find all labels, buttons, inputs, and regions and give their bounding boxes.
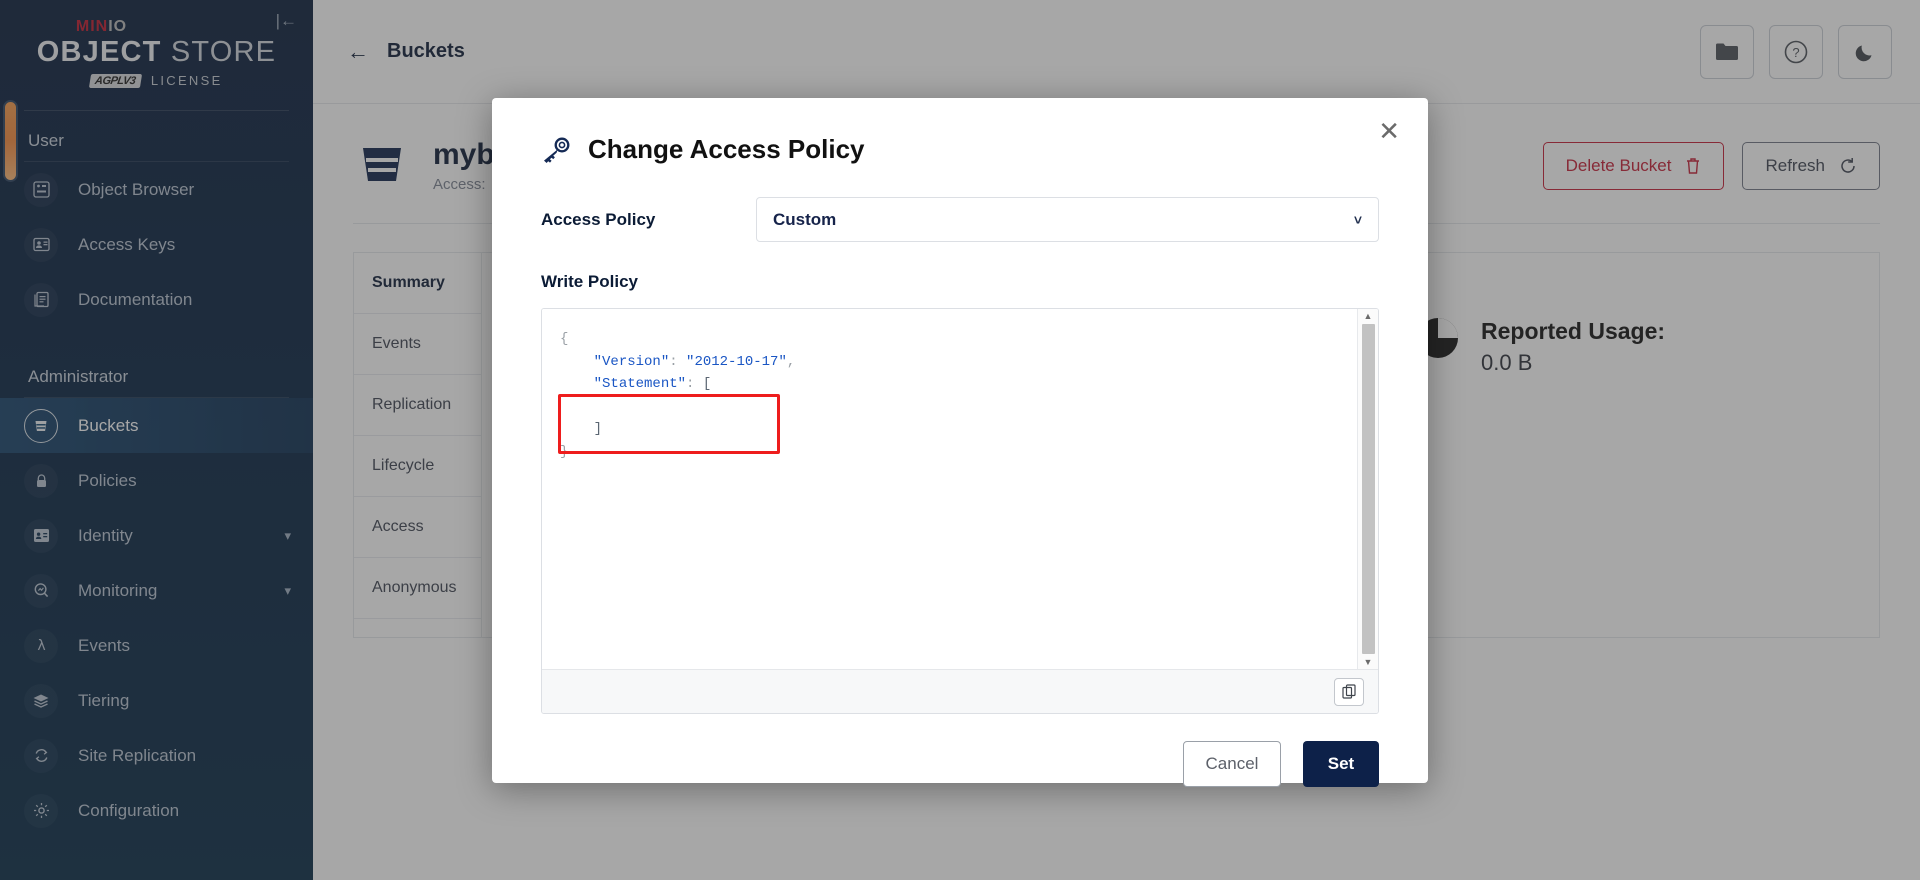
policy-json-code[interactable]: { "Version": "2012-10-17", "Statement": … [542, 309, 1357, 669]
json-open-brace: { [560, 331, 569, 347]
json-version-key: "Version" [593, 353, 670, 370]
json-statement-key: "Statement" [593, 376, 687, 392]
copy-icon [1341, 684, 1356, 699]
key-policy-icon [544, 137, 570, 163]
json-statement-sep: : [686, 376, 703, 392]
policy-editor-area[interactable]: { "Version": "2012-10-17", "Statement": … [542, 309, 1378, 669]
scroll-up-arrow-icon[interactable]: ▲ [1364, 311, 1373, 321]
change-access-policy-dialog: ✕ Change Access Policy Access Policy Cus… [492, 98, 1428, 787]
write-policy-label: Write Policy [541, 272, 638, 291]
app-root: ← Buckets ? Access: Delete Bucket Refres… [0, 0, 1920, 880]
access-policy-select[interactable]: Custom ˅ [756, 197, 1379, 242]
editor-scrollbar[interactable]: ▲ ▼ [1357, 309, 1378, 669]
set-button[interactable]: Set [1303, 741, 1379, 787]
policy-editor: { "Version": "2012-10-17", "Statement": … [541, 308, 1379, 714]
json-version-sep: : [669, 353, 687, 370]
dialog-actions: Cancel Set [541, 741, 1379, 787]
access-policy-row: Access Policy Custom ˅ [541, 197, 1379, 242]
cancel-button[interactable]: Cancel [1183, 741, 1281, 787]
editor-footer [542, 669, 1378, 713]
json-version-value: "2012-10-17" [686, 353, 787, 370]
access-policy-label: Access Policy [541, 209, 656, 229]
scrollbar-thumb[interactable] [1361, 324, 1375, 654]
dialog-title-text: Change Access Policy [588, 134, 865, 164]
json-statement-close-bracket: ] [593, 421, 603, 437]
close-icon[interactable]: ✕ [1378, 118, 1400, 144]
scroll-down-arrow-icon[interactable]: ▼ [1364, 657, 1373, 667]
access-policy-selected-value: Custom [773, 209, 837, 229]
json-statement-open-bracket: [ [702, 376, 712, 392]
json-close-brace: } [560, 443, 569, 460]
chevron-down-icon: ˅ [1353, 211, 1362, 228]
dialog-title-row: Change Access Policy [541, 98, 1379, 165]
json-version-comma: , [786, 353, 796, 370]
copy-button[interactable] [1334, 677, 1364, 706]
